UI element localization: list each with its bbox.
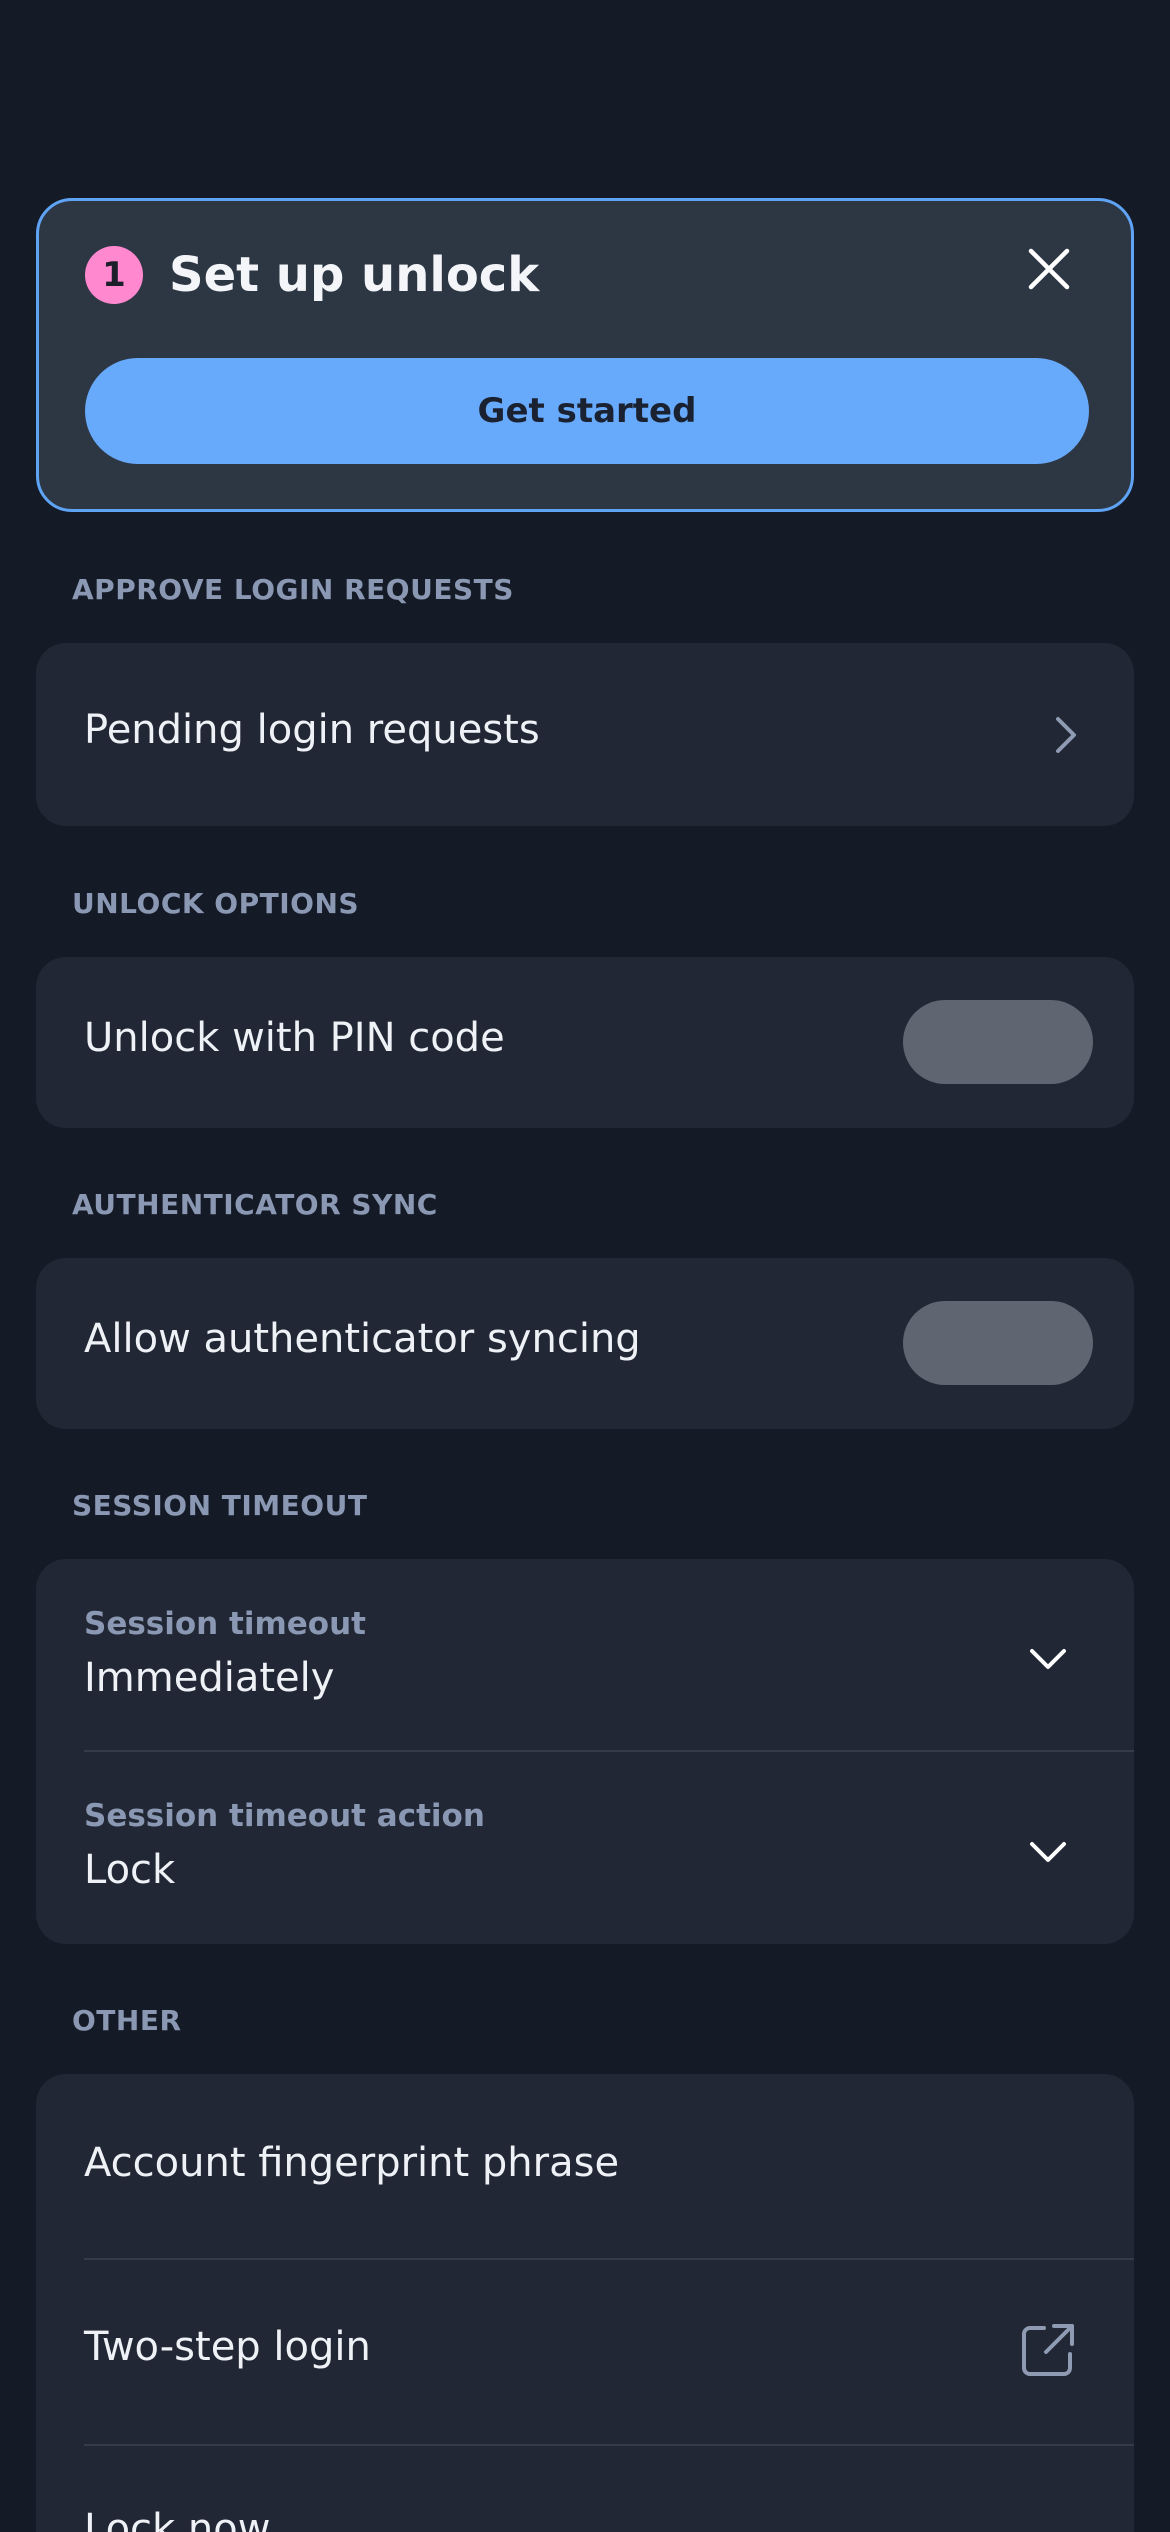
- section-header-approve: APPROVE LOGIN REQUESTS: [72, 573, 514, 606]
- unlock-card: Unlock with PIN code: [36, 957, 1134, 1128]
- unlock-pin-label: Unlock with PIN code: [84, 1015, 505, 1061]
- unlock-pin-toggle[interactable]: [903, 1000, 1093, 1084]
- authenticator-sync-toggle[interactable]: [903, 1301, 1093, 1385]
- authenticator-sync-row: Allow authenticator syncing: [36, 1258, 1134, 1429]
- session-timeout-action-dropdown[interactable]: Session timeout action Lock: [36, 1752, 1134, 1944]
- setup-unlock-card: 1 Set up unlock Get started: [36, 198, 1134, 512]
- approve-card: Pending login requests: [36, 643, 1134, 826]
- setup-title: Set up unlock: [169, 247, 540, 303]
- session-timeout-label: Session timeout: [84, 1606, 366, 1642]
- chevron-right-icon: [1046, 711, 1086, 759]
- two-step-login-label: Two-step login: [84, 2324, 371, 2370]
- lock-now-label: Lock now: [84, 2506, 271, 2532]
- lock-now-row[interactable]: Lock now: [36, 2446, 1134, 2532]
- get-started-button[interactable]: Get started: [85, 358, 1089, 464]
- session-timeout-action-value: Lock: [84, 1847, 176, 1893]
- close-button[interactable]: [1019, 239, 1079, 299]
- pending-login-requests-label: Pending login requests: [84, 707, 540, 753]
- fingerprint-phrase-row[interactable]: Account fingerprint phrase: [36, 2074, 1134, 2258]
- unlock-pin-row: Unlock with PIN code: [36, 957, 1134, 1128]
- section-header-sync: AUTHENTICATOR SYNC: [72, 1188, 438, 1221]
- step-badge: 1: [85, 246, 143, 304]
- sync-card: Allow authenticator syncing: [36, 1258, 1134, 1429]
- authenticator-sync-label: Allow authenticator syncing: [84, 1316, 641, 1362]
- other-card: Account fingerprint phrase Two-step logi…: [36, 2074, 1134, 2532]
- close-icon: [1028, 248, 1070, 290]
- session-card: Session timeout Immediately Session time…: [36, 1559, 1134, 1944]
- fingerprint-phrase-label: Account fingerprint phrase: [84, 2140, 620, 2186]
- two-step-login-row[interactable]: Two-step login: [36, 2260, 1134, 2444]
- session-timeout-dropdown[interactable]: Session timeout Immediately: [36, 1559, 1134, 1751]
- pending-login-requests-row[interactable]: Pending login requests: [36, 643, 1134, 826]
- chevron-down-icon: [1026, 1830, 1070, 1874]
- session-timeout-action-label: Session timeout action: [84, 1798, 485, 1834]
- section-header-unlock: UNLOCK OPTIONS: [72, 887, 360, 920]
- chevron-down-icon: [1026, 1637, 1070, 1681]
- external-link-icon: [1020, 2322, 1076, 2378]
- section-header-session: SESSION TIMEOUT: [72, 1489, 368, 1522]
- section-header-other: OTHER: [72, 2004, 182, 2037]
- session-timeout-value: Immediately: [84, 1655, 335, 1701]
